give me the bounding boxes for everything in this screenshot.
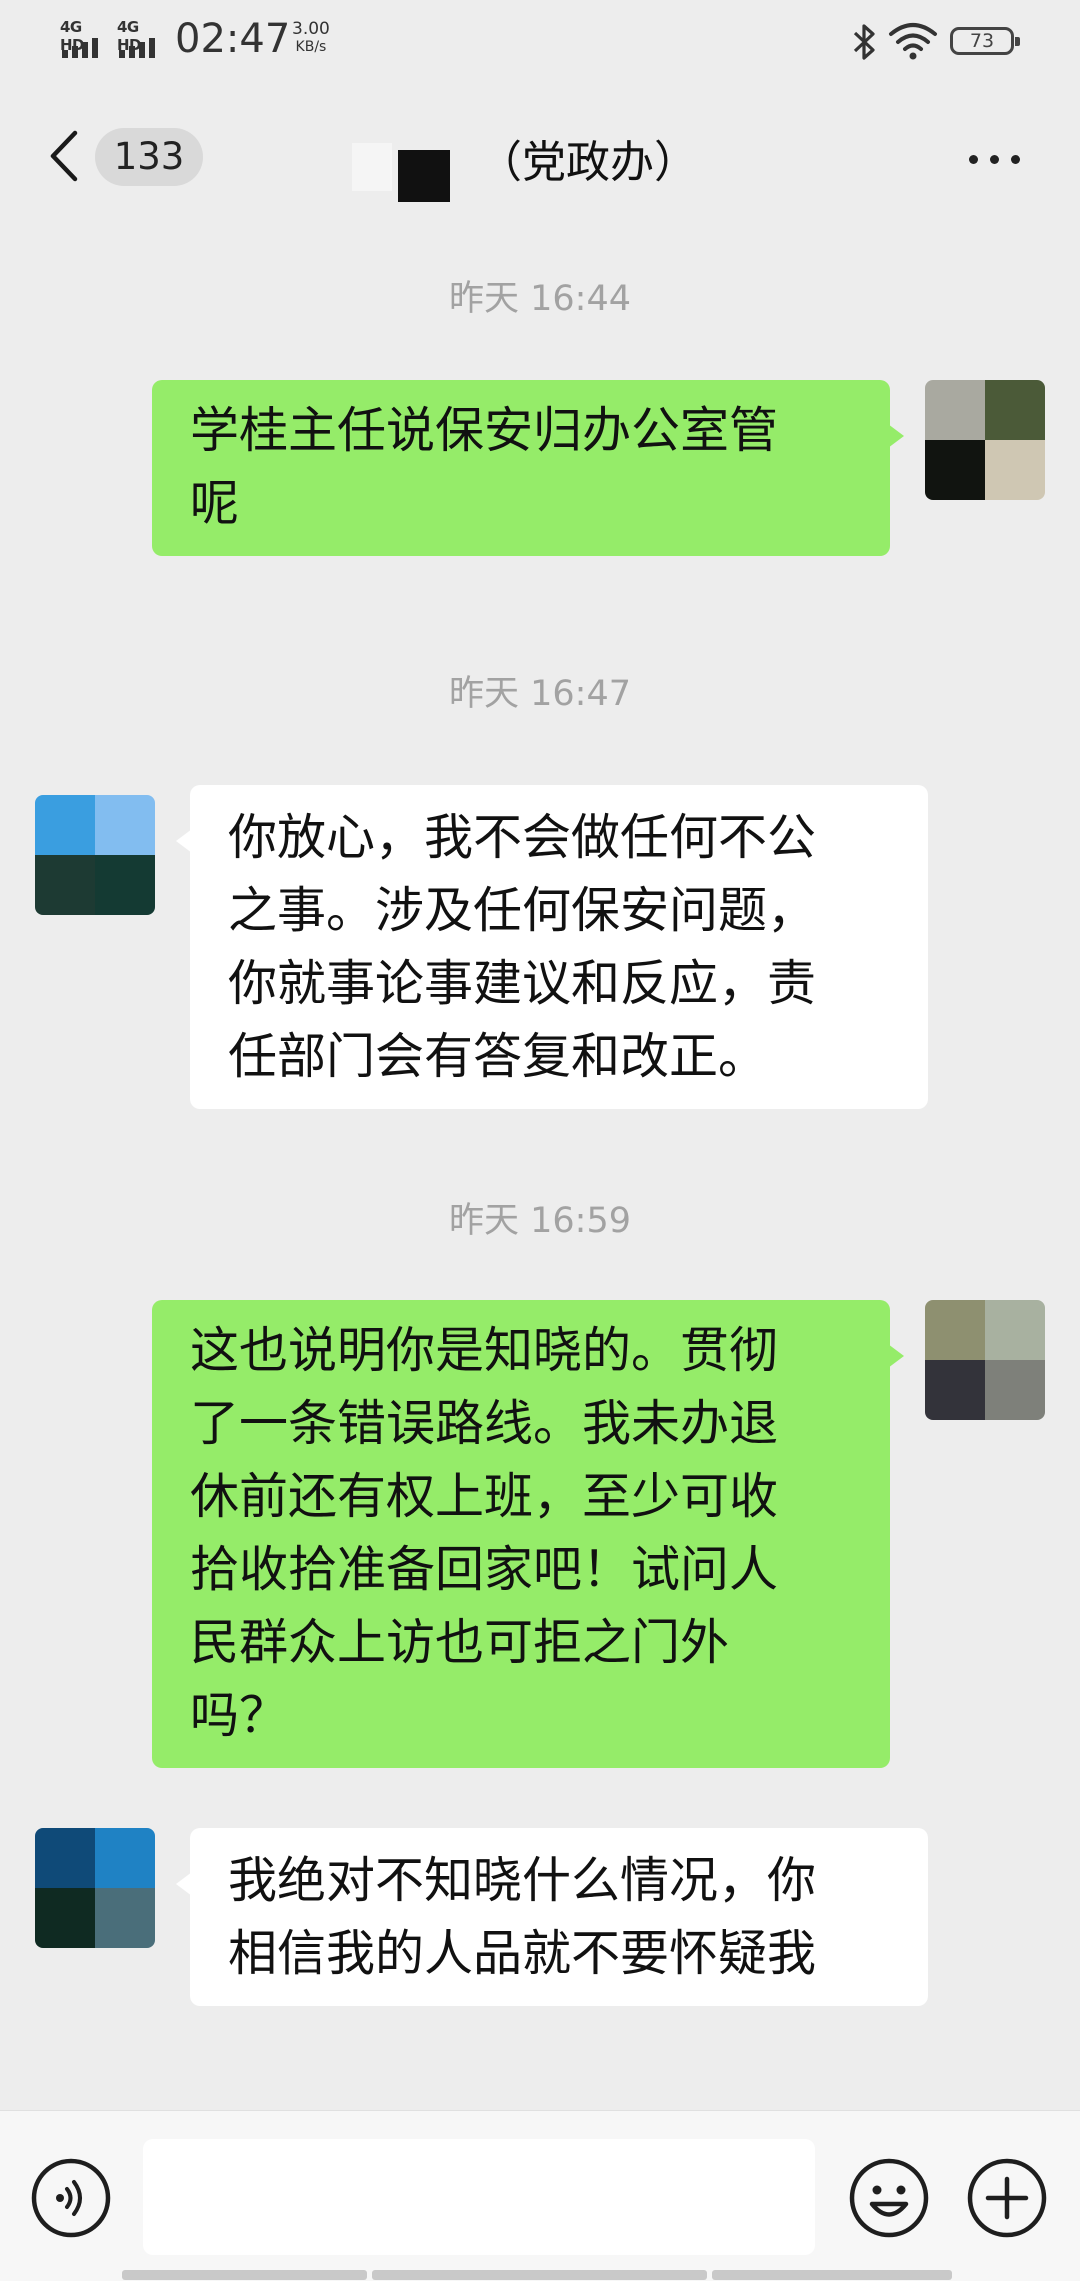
status-bar: 4G HD 4G HD 02:47 3.00 KB/s 73 (0, 0, 1080, 88)
unread-count-badge[interactable]: 133 (95, 128, 203, 186)
incoming-message[interactable]: 我绝对不知晓什么情况，你 相信我的人品就不要怀疑我 (176, 1828, 928, 2006)
more-options-icon[interactable] (964, 144, 1024, 174)
chat-title: （党政办） (478, 137, 698, 188)
outgoing-message[interactable]: 学桂主任说保安归办公室管 呢 (152, 380, 904, 556)
timestamp: 昨天 16:44 (449, 279, 631, 319)
network-speed-unit: KB/s (295, 39, 327, 55)
outgoing-message[interactable]: 这也说明你是知晓的。贯彻 了一条错误路线。我未办退 休前还有权上班，至少可收 拾… (152, 1300, 904, 1768)
my-avatar[interactable] (925, 380, 1045, 500)
back-chevron-icon[interactable] (45, 128, 85, 184)
contact-avatar[interactable] (35, 1828, 155, 1948)
contact-avatar[interactable] (35, 795, 155, 915)
message-input[interactable] (143, 2139, 815, 2255)
redacted-name-block (352, 143, 392, 191)
my-avatar[interactable] (925, 1300, 1045, 1420)
status-time: 02:47 (175, 16, 291, 62)
incoming-message[interactable]: 你放心，我不会做任何不公 之事。涉及任何保安问题， 你就事论事建议和反应，责 任… (176, 785, 928, 1109)
nav-handle-segment (712, 2270, 952, 2280)
redacted-name-square (398, 150, 450, 202)
network-speed-value: 3.00 (292, 19, 330, 39)
timestamp: 昨天 16:47 (449, 674, 631, 714)
cell-signal-1-icon: 4G HD (60, 18, 110, 58)
timestamp: 昨天 16:59 (449, 1201, 631, 1241)
voice-icon[interactable] (30, 2157, 112, 2239)
input-bar (0, 2110, 1080, 2281)
nav-handle-segment (372, 2270, 707, 2280)
wifi-icon (889, 23, 937, 60)
cell-signal-2-icon: 4G HD (117, 18, 167, 58)
bluetooth-icon (853, 24, 875, 60)
nav-handle-segment (122, 2270, 367, 2280)
network-speed: 3.00 KB/s (292, 20, 330, 56)
emoji-icon[interactable] (848, 2157, 930, 2239)
plus-icon[interactable] (966, 2157, 1048, 2239)
battery-icon: 73 (950, 27, 1020, 55)
chat-header: 133 （党政办） (0, 88, 1080, 226)
